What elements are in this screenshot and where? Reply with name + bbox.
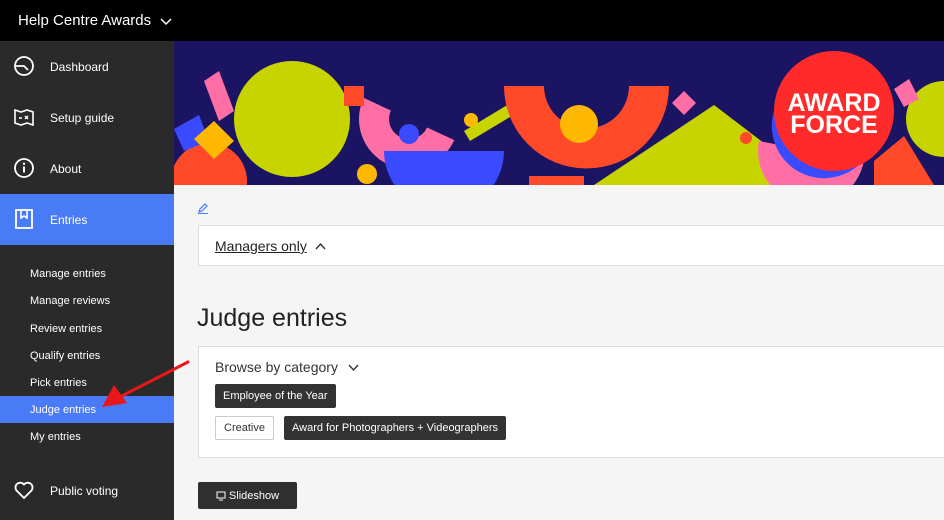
sidebar-subitem-manage-entries[interactable]: Manage entries	[0, 260, 174, 287]
category-chip-employee-of-the-year[interactable]: Employee of the Year	[215, 384, 336, 408]
slideshow-button[interactable]: Slideshow	[198, 482, 297, 509]
setup-guide-icon	[14, 108, 34, 127]
category-chip-creative[interactable]: Creative	[215, 416, 274, 440]
sidebar-item-label: Dashboard	[50, 59, 109, 74]
info-icon	[14, 158, 34, 178]
chevron-down-icon[interactable]	[348, 364, 359, 372]
sidebar-item-about[interactable]: About	[0, 143, 174, 194]
category-chip-photographers-videographers[interactable]: Award for Photographers + Videographers	[284, 416, 506, 440]
heart-icon	[14, 481, 34, 500]
chevron-up-icon[interactable]	[315, 242, 326, 250]
annotation-arrow-icon	[102, 360, 190, 407]
banner-artwork: AWARD FORCE	[174, 41, 944, 185]
sidebar-item-entries[interactable]: Entries	[0, 194, 174, 245]
sidebar-item-label: Setup guide	[50, 110, 115, 125]
pencil-icon[interactable]	[197, 202, 209, 214]
sidebar-item-label: About	[50, 161, 82, 176]
managers-only-panel: Managers only	[198, 225, 944, 266]
sidebar-item-label: Public voting	[50, 483, 119, 498]
sidebar-item-public-voting[interactable]: Public voting	[0, 465, 174, 516]
sidebar-subitem-my-entries[interactable]: My entries	[0, 423, 174, 450]
sidebar-subitem-review-entries[interactable]: Review entries	[0, 315, 174, 342]
slideshow-icon	[216, 491, 226, 500]
logo-text-line2: FORCE	[790, 111, 878, 139]
sidebar-item-setup-guide[interactable]: Setup guide	[0, 92, 174, 143]
slideshow-label: Slideshow	[228, 489, 280, 502]
sidebar-item-dashboard[interactable]: Dashboard	[0, 41, 174, 92]
bookmark-icon	[15, 209, 33, 229]
top-bar: Help Centre Awards	[0, 0, 944, 41]
sidebar-subitem-manage-reviews[interactable]: Manage reviews	[0, 287, 174, 314]
sidebar-item-label: Entries	[50, 212, 88, 227]
dashboard-icon	[14, 56, 34, 76]
browse-by-category-toggle[interactable]: Browse by category	[215, 359, 338, 375]
page-title: Judge entries	[197, 304, 348, 332]
managers-only-toggle[interactable]: Managers only	[215, 238, 307, 254]
chevron-down-icon[interactable]	[159, 14, 173, 28]
sidebar: Dashboard Setup guide About Entries Mana…	[0, 41, 174, 520]
program-selector[interactable]: Help Centre Awards	[18, 12, 151, 29]
hero-banner: AWARD FORCE	[174, 41, 944, 185]
